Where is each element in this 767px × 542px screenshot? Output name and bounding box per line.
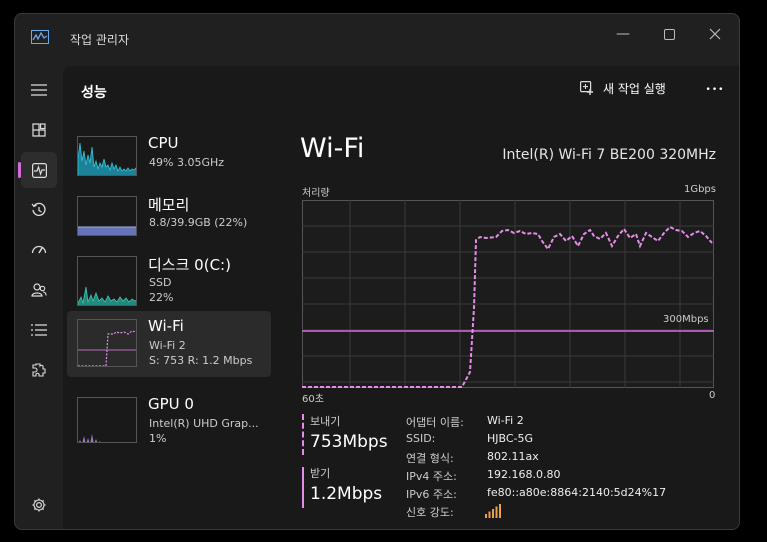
tile-disk-type: SSD xyxy=(149,276,172,289)
send-legend-marker xyxy=(302,414,305,455)
cpu-thumbnail-graph xyxy=(77,136,137,176)
maximize-button[interactable] xyxy=(649,20,689,48)
nav-settings[interactable] xyxy=(21,487,57,523)
nav-performance[interactable] xyxy=(18,152,57,188)
receive-legend-marker xyxy=(302,467,304,508)
wifi-thumbnail-graph xyxy=(77,319,137,367)
tile-memory-name: 메모리 xyxy=(148,196,190,214)
task-manager-window: 작업 관리자 — 성능 새 작업 실행 ••• CPU 49% 3.05GHz … xyxy=(14,13,740,530)
gpu-thumbnail-graph xyxy=(77,397,137,443)
task-manager-icon xyxy=(31,30,49,44)
processes-icon xyxy=(32,123,46,137)
performance-icon xyxy=(31,162,47,178)
tile-wifi-name: Wi-Fi xyxy=(148,317,184,335)
prop-ipv6-value: fe80::a80e:8864:2140:5d24%17 xyxy=(487,486,667,499)
prop-ipv6-key: IPv6 주소: xyxy=(406,488,457,501)
tile-memory[interactable]: 메모리 8.8/39.9GB (22%) xyxy=(67,188,271,254)
close-icon xyxy=(709,28,721,40)
tile-gpu-model: Intel(R) UHD Grap... xyxy=(149,417,259,430)
page-title: 성능 xyxy=(81,85,107,101)
adapter-name: Intel(R) Wi-Fi 7 BE200 320MHz xyxy=(502,147,716,163)
prop-adapter-name-value: Wi-Fi 2 xyxy=(487,414,524,427)
tile-disk[interactable]: 디스크 0(C:) SSD 22% xyxy=(67,248,271,314)
tile-memory-usage: 8.8/39.9GB (22%) xyxy=(149,216,248,229)
minimize-button[interactable]: — xyxy=(603,20,643,48)
hamburger-icon xyxy=(31,84,47,96)
receive-label: 받기 xyxy=(310,467,331,480)
throughput-graph xyxy=(302,200,714,388)
performance-page: 성능 새 작업 실행 ••• CPU 49% 3.05GHz 메모리 8.8/3… xyxy=(63,66,739,529)
title-bar[interactable]: 작업 관리자 — xyxy=(15,14,739,66)
tile-cpu[interactable]: CPU 49% 3.05GHz xyxy=(67,128,271,194)
prop-connection-type-value: 802.11ax xyxy=(487,450,539,463)
detail-title: Wi-Fi xyxy=(300,133,365,164)
prop-ssid-key: SSID: xyxy=(406,432,436,445)
maximize-icon xyxy=(663,28,675,40)
memory-thumbnail-graph xyxy=(77,196,137,236)
minimize-icon: — xyxy=(616,26,630,42)
nav-details[interactable] xyxy=(21,312,57,348)
gear-icon xyxy=(32,498,46,512)
tile-cpu-usage: 49% 3.05GHz xyxy=(149,156,225,169)
tile-gpu[interactable]: GPU 0 Intel(R) UHD Grap... 1% xyxy=(67,389,271,455)
startup-apps-icon xyxy=(31,245,47,254)
run-new-task-label: 새 작업 실행 xyxy=(603,82,666,96)
tile-gpu-usage: 1% xyxy=(149,432,167,445)
new-task-icon xyxy=(580,81,593,95)
tile-wifi-rates: S: 753 R: 1.2 Mbps xyxy=(149,354,253,367)
services-icon xyxy=(32,363,46,377)
prop-signal-key: 신호 강도: xyxy=(406,506,454,519)
time-span-label: 60초 xyxy=(302,394,324,405)
nav-users[interactable] xyxy=(21,272,57,308)
prop-ssid-value: HJBC-5G xyxy=(487,432,534,445)
window-title: 작업 관리자 xyxy=(70,33,130,47)
prop-ipv4-value: 192.168.0.80 xyxy=(487,468,561,481)
mid-scale-label: 300Mbps xyxy=(663,314,709,325)
more-icon: ••• xyxy=(705,85,725,95)
nav-startup-apps[interactable] xyxy=(21,232,57,268)
send-label: 보내기 xyxy=(310,415,341,428)
tile-disk-name: 디스크 0(C:) xyxy=(148,256,231,274)
menu-button[interactable] xyxy=(21,72,57,108)
throughput-label: 처리량 xyxy=(302,188,330,199)
prop-ipv4-key: IPv4 주소: xyxy=(406,470,457,483)
tile-wifi-adapter: Wi-Fi 2 xyxy=(149,339,186,352)
tile-gpu-name: GPU 0 xyxy=(148,395,194,413)
nav-services[interactable] xyxy=(21,352,57,388)
nav-app-history[interactable] xyxy=(21,192,57,228)
prop-adapter-name-key: 어댑터 이름: xyxy=(406,416,464,429)
disk-thumbnail-graph xyxy=(77,256,137,306)
tile-wifi[interactable]: Wi-Fi Wi-Fi 2 S: 753 R: 1.2 Mbps xyxy=(67,311,271,377)
nav-processes[interactable] xyxy=(21,112,57,148)
tile-cpu-name: CPU xyxy=(148,134,179,152)
details-icon xyxy=(31,324,47,336)
app-history-icon xyxy=(31,202,46,216)
prop-connection-type-key: 연결 형식: xyxy=(406,452,454,465)
run-new-task-button[interactable]: 새 작업 실행 xyxy=(580,80,666,97)
users-icon xyxy=(31,283,47,297)
navigation-rail xyxy=(15,66,63,529)
send-value: 753Mbps xyxy=(310,432,388,452)
close-button[interactable] xyxy=(695,20,735,48)
more-options-button[interactable]: ••• xyxy=(701,76,729,104)
signal-strength-icon xyxy=(485,504,501,518)
max-scale-label: 1Gbps xyxy=(683,184,716,195)
receive-value: 1.2Mbps xyxy=(310,484,383,504)
zero-label: 0 xyxy=(709,390,716,401)
tile-disk-usage: 22% xyxy=(149,291,174,304)
